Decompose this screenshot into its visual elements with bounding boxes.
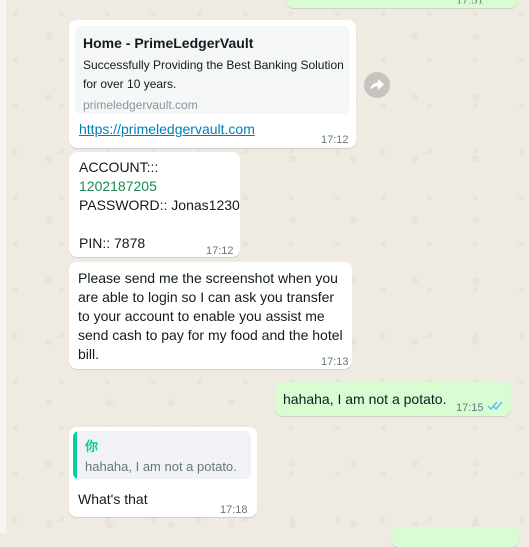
- message-time: 17:51: [456, 0, 484, 7]
- quoted-text: hahaha, I am not a potato.: [85, 459, 237, 474]
- forward-icon: [370, 79, 384, 91]
- incoming-message-account[interactable]: ACCOUNT::: 1202187205 PASSWORD:: Jonas12…: [69, 152, 240, 257]
- outgoing-message-partial-bottom[interactable]: [391, 527, 519, 547]
- account-label: ACCOUNT:::: [79, 159, 159, 175]
- account-number[interactable]: 1202187205: [79, 178, 157, 194]
- quoted-message[interactable]: 你 hahaha, I am not a potato.: [73, 431, 251, 479]
- password-line: PASSWORD:: Jonas1230: [79, 197, 240, 213]
- outgoing-message-potato[interactable]: hahaha, I am not a potato. 17:15: [275, 382, 511, 416]
- link-preview-title: Home - PrimeLedgerVault: [83, 35, 254, 51]
- pin-line: PIN:: 7878: [79, 235, 146, 251]
- link-preview-card[interactable]: Home - PrimeLedgerVault Successfully Pro…: [75, 26, 350, 114]
- message-time: 17:12: [321, 134, 349, 146]
- message-text: Please send me the screenshot when you a…: [78, 270, 343, 362]
- outgoing-message-partial[interactable]: 17:51: [286, 0, 518, 8]
- message-time: 17:18: [220, 504, 248, 516]
- message-link[interactable]: https://primeledgervault.com: [79, 120, 255, 139]
- incoming-message-link[interactable]: Home - PrimeLedgerVault Successfully Pro…: [69, 20, 356, 148]
- quote-accent-bar: [73, 431, 77, 479]
- account-line: ACCOUNT::: 1202187205: [79, 158, 240, 196]
- message-text: What's that: [78, 491, 148, 507]
- message-time: 17:13: [321, 356, 349, 368]
- incoming-message-request[interactable]: Please send me the screenshot when you a…: [69, 262, 352, 369]
- quoted-author: 你: [85, 439, 99, 454]
- message-text: hahaha, I am not a potato.: [283, 391, 447, 407]
- incoming-message-reply[interactable]: 你 hahaha, I am not a potato. What's that…: [69, 427, 257, 517]
- double-check-icon: [487, 401, 503, 411]
- message-time: 17:15: [456, 402, 484, 414]
- forward-button[interactable]: [364, 72, 390, 98]
- link-preview-description: Successfully Providing the Best Banking …: [83, 58, 344, 91]
- chat-background: 17:51 Home - PrimeLedgerVault Successful…: [6, 0, 529, 547]
- message-time: 17:12: [206, 245, 234, 257]
- link-preview-domain: primeledgervault.com: [83, 98, 198, 112]
